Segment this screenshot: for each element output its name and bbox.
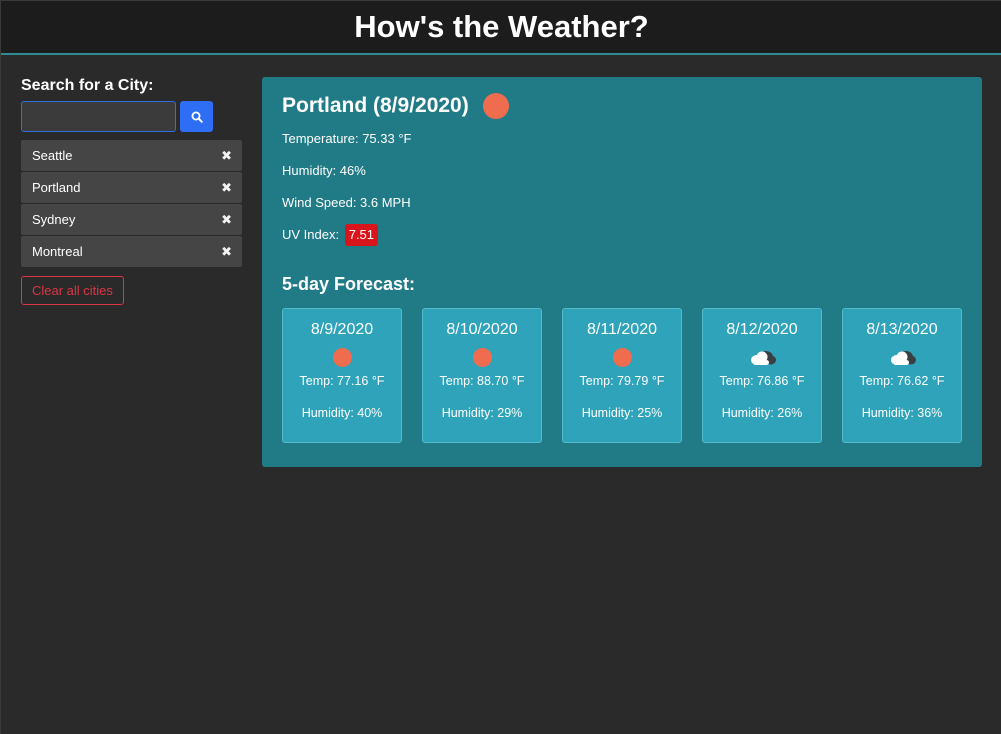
forecast-card: 8/11/2020 Temp: 79.79 °F Humidity: 25%: [562, 308, 682, 443]
forecast-card: 8/13/2020 Temp: 76.62 °F Humidity: 36%: [842, 308, 962, 443]
city-item-portland[interactable]: Portland ✖: [21, 172, 242, 203]
search-label: Search for a City:: [21, 77, 154, 94]
current-wind-speed: Wind Speed: 3.6 MPH: [282, 195, 411, 210]
sun-icon: [332, 347, 352, 367]
forecast-humidity: Humidity: 40%: [301, 406, 383, 420]
forecast-humidity: Humidity: 29%: [441, 406, 523, 420]
forecast-date: 8/10/2020: [446, 321, 518, 338]
forecast-row: 8/9/2020 Temp: 77.16 °F Humidity: 40% 8/…: [282, 308, 962, 443]
page-header: How's the Weather?: [1, 0, 1001, 55]
search-button[interactable]: [180, 101, 213, 132]
forecast-date: 8/9/2020: [310, 321, 374, 338]
forecast-card: 8/9/2020 Temp: 77.16 °F Humidity: 40%: [282, 308, 402, 443]
forecast-temp: Temp: 76.62 °F: [859, 374, 945, 388]
remove-city-icon[interactable]: ✖: [221, 245, 232, 258]
remove-city-icon[interactable]: ✖: [221, 213, 232, 226]
cloud-icon: [751, 351, 776, 365]
sun-icon: [472, 347, 492, 367]
forecast-date: 8/11/2020: [587, 321, 657, 338]
city-search-input[interactable]: [21, 101, 176, 132]
sun-icon: [482, 93, 509, 119]
uv-index-badge: 7.51: [344, 224, 379, 246]
current-humidity: Humidity: 46%: [282, 163, 366, 178]
remove-city-icon[interactable]: ✖: [221, 181, 232, 194]
clear-all-cities-button[interactable]: Clear all cities: [21, 276, 124, 305]
forecast-humidity: Humidity: 36%: [861, 406, 943, 420]
forecast-date: 8/13/2020: [866, 321, 938, 338]
city-history-list: Seattle ✖ Portland ✖ Sydney ✖ Montreal ✖: [21, 140, 242, 267]
current-city-heading: Portland (8/9/2020): [282, 93, 962, 119]
remove-city-icon[interactable]: ✖: [221, 149, 232, 162]
cloud-icon: [891, 351, 916, 365]
city-name: Montreal: [32, 244, 83, 259]
forecast-date: 8/12/2020: [726, 321, 798, 338]
forecast-humidity: Humidity: 26%: [721, 406, 803, 420]
forecast-heading: 5-day Forecast:: [282, 274, 416, 294]
forecast-card: 8/10/2020 Temp: 88.70 °F Humidity: 29%: [422, 308, 542, 443]
city-item-sydney[interactable]: Sydney ✖: [21, 204, 242, 235]
city-item-seattle[interactable]: Seattle ✖: [21, 140, 242, 171]
forecast-temp: Temp: 77.16 °F: [299, 374, 385, 388]
current-weather-panel: Portland (8/9/2020) Temperature: 75.33 °…: [262, 77, 982, 467]
page-title: How's the Weather?: [354, 9, 649, 44]
forecast-temp: Temp: 76.86 °F: [719, 374, 805, 388]
forecast-temp: Temp: 88.70 °F: [439, 374, 525, 388]
current-uv-index: UV Index: 7.51: [282, 223, 962, 255]
forecast-humidity: Humidity: 25%: [581, 406, 663, 420]
uv-index-label: UV Index:: [282, 227, 340, 242]
forecast-card: 8/12/2020 Temp: 76.86 °F Humidity: 26%: [702, 308, 822, 443]
sidebar: Search for a City: Seattle ✖ Portland ✖ …: [21, 76, 242, 305]
current-temperature: Temperature: 75.33 °F: [282, 131, 412, 146]
forecast-temp: Temp: 79.79 °F: [579, 374, 665, 388]
sun-icon: [612, 347, 632, 367]
city-name: Sydney: [32, 212, 76, 227]
current-city-title: Portland (8/9/2020): [282, 94, 469, 117]
search-icon: [191, 111, 203, 123]
search-row: [21, 101, 242, 132]
city-item-montreal[interactable]: Montreal ✖: [21, 236, 242, 267]
city-name: Portland: [32, 180, 81, 195]
city-name: Seattle: [32, 148, 73, 163]
